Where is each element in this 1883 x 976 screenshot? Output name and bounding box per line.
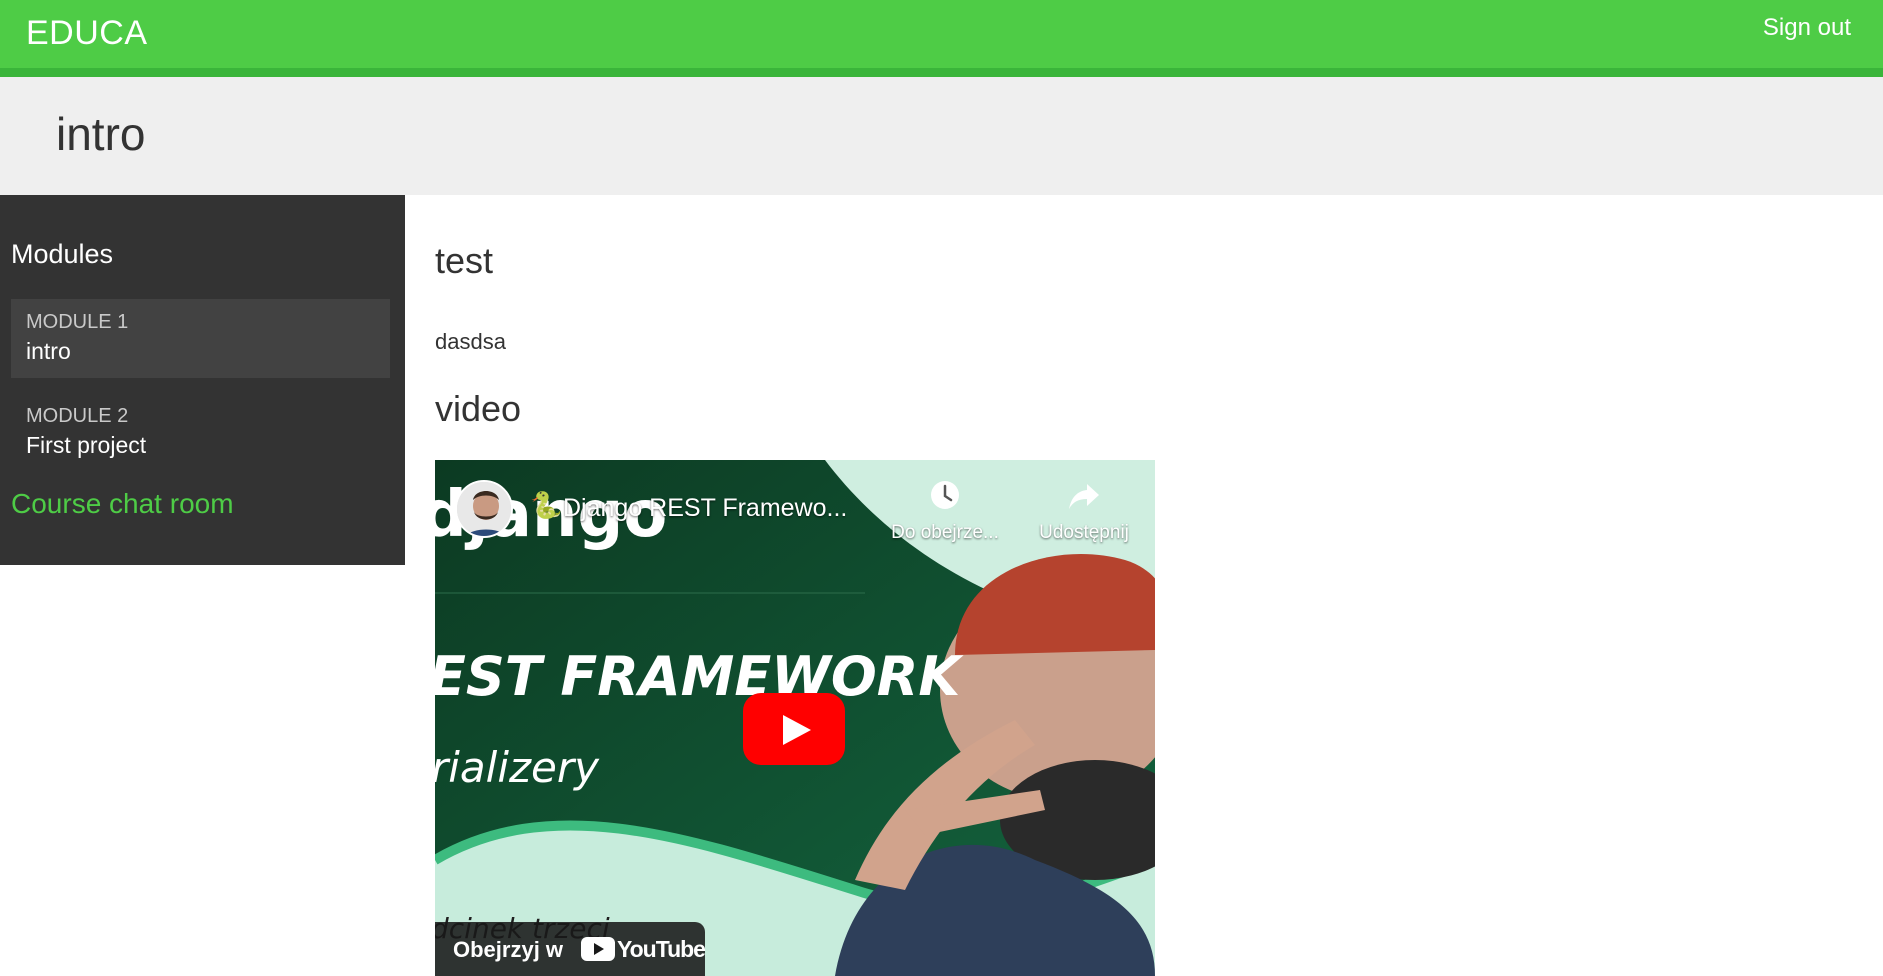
module-item-2[interactable]: MODULE 2 First project [11,393,390,472]
module-title: First project [26,432,147,458]
clock-icon [931,481,959,509]
course-chat-room-link[interactable]: Course chat room [11,488,234,520]
page-header: intro [0,77,1883,195]
watch-later-button[interactable]: Do obejrze... [875,478,1015,544]
play-button[interactable] [743,693,845,765]
module-title: intro [26,338,71,364]
content-title: test [435,240,494,281]
snake-emoji-icon: 🐍 [530,491,563,521]
watch-on-youtube-button[interactable]: Obejrzyj w YouTube [435,922,706,976]
youtube-video-embed[interactable]: django EST FRAMEWORK rializery dcinek tr… [435,460,1155,976]
content-text: dasdsa [435,329,506,354]
module-number: MODULE 1 [26,311,129,333]
modules-sidebar: Modules MODULE 1 intro MODULE 2 First pr… [0,195,405,565]
content-title: video [435,388,522,429]
module-number: MODULE 2 [26,405,129,427]
thumbnail-headline: EST FRAMEWORK [435,645,961,708]
share-button[interactable]: Udostępnij [1019,478,1149,544]
page-title: intro [56,108,146,160]
watch-later-label: Do obejrze... [891,522,999,543]
share-label: Udostępnij [1039,522,1129,543]
modules-heading: Modules [11,239,114,269]
channel-avatar[interactable] [455,480,513,538]
sign-out-link[interactable]: Sign out [1763,14,1851,42]
youtube-wordmark: YouTube [617,936,706,962]
brand-logo[interactable]: EDUCA [26,14,148,53]
watch-on-label: Obejrzyj w [453,937,564,962]
share-arrow-icon [1069,484,1099,509]
video-title[interactable]: Django REST Framewo... [563,494,847,523]
top-bar: EDUCA Sign out [0,0,1883,77]
thumbnail-subtitle: rializery [435,743,600,792]
youtube-logo: YouTube [581,936,706,964]
module-item-1[interactable]: MODULE 1 intro [11,299,390,378]
youtube-play-icon [581,937,615,961]
